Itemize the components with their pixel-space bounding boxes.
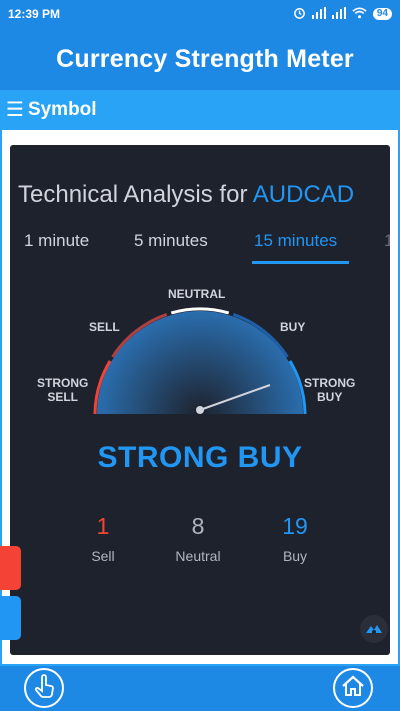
bottom-bar — [0, 666, 400, 711]
wifi-icon — [352, 7, 367, 22]
status-bar: 12:39 PM 94 — [0, 0, 400, 28]
widget-logo-icon[interactable] — [360, 615, 388, 643]
gauge-label-sell: SELL — [89, 320, 120, 334]
status-icons: 94 — [293, 6, 392, 22]
active-tab-indicator — [252, 261, 349, 264]
gauge-needle-pivot — [196, 406, 204, 414]
count-neutral-value: 8 — [191, 513, 205, 539]
symbol-label: Symbol — [27, 99, 97, 120]
gauge: STRONG SELL SELL NEUTRAL BUY STRONG BUY — [10, 280, 390, 420]
touch-button[interactable] — [24, 668, 64, 708]
menu-icon: ☰ — [6, 99, 24, 121]
count-buy-value: 19 — [282, 513, 308, 539]
symbol-menu-button[interactable]: ☰ Symbol — [0, 90, 400, 130]
signal-icon — [311, 6, 326, 22]
count-neutral-label: Neutral — [175, 548, 221, 564]
side-tab-red[interactable] — [0, 546, 21, 590]
tab-1-minute[interactable]: 1 minute — [24, 231, 89, 251]
app-bar: Currency Strength Meter — [0, 28, 400, 90]
side-tab-blue[interactable] — [0, 596, 21, 640]
widget-symbol[interactable]: AUDCAD — [253, 181, 354, 208]
interval-tabs: 1 minute 5 minutes 15 minutes 1 — [10, 231, 390, 267]
widget-title: Technical Analysis for AUDCAD — [18, 181, 354, 209]
count-neutral: 8 Neutral — [148, 513, 248, 564]
home-button[interactable] — [333, 668, 373, 708]
status-time: 12:39 PM — [8, 7, 61, 21]
gauge-label-buy: BUY — [280, 320, 306, 334]
summary-verdict: STRONG BUY — [97, 441, 303, 474]
gauge-fill — [97, 311, 303, 414]
tab-overflow-indicator[interactable]: 1 — [384, 231, 390, 251]
app-title: Currency Strength Meter — [56, 44, 354, 73]
technical-analysis-widget: Technical Analysis for AUDCAD 1 minute 5… — [10, 145, 390, 655]
gauge-label-neutral: NEUTRAL — [168, 287, 226, 301]
signal-counts: 1 Sell 8 Neutral 19 Buy — [10, 513, 390, 573]
tab-5-minutes[interactable]: 5 minutes — [134, 231, 208, 251]
home-icon — [341, 675, 365, 702]
count-buy-label: Buy — [282, 548, 308, 564]
alarm-icon — [293, 6, 306, 22]
gauge-label-strong-buy: STRONG BUY — [304, 376, 356, 404]
hand-pointer-icon — [33, 673, 55, 703]
tab-15-minutes[interactable]: 15 minutes — [254, 231, 337, 251]
count-buy: 19 Buy — [245, 513, 345, 564]
battery-indicator: 94 — [372, 8, 392, 20]
count-sell: 1 Sell — [53, 513, 153, 564]
signal-icon-2 — [331, 6, 346, 22]
count-sell-label: Sell — [91, 548, 115, 564]
widget-title-prefix: Technical Analysis for — [18, 181, 253, 208]
gauge-label-strong-sell: STRONG SELL — [37, 376, 89, 404]
count-sell-value: 1 — [96, 513, 110, 539]
